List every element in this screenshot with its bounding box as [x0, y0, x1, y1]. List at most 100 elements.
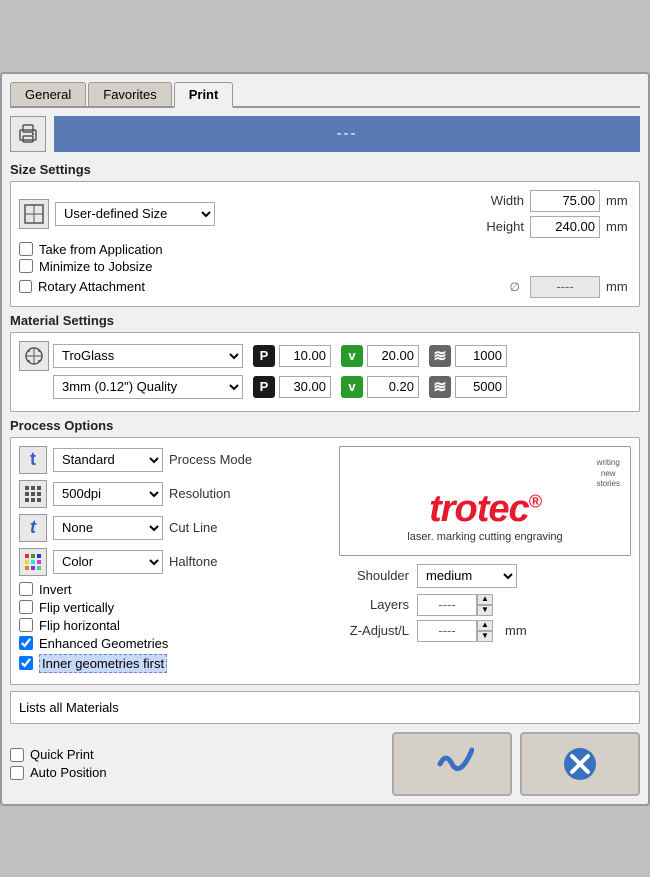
size-dropdown[interactable]: User-defined Size A4 Letter: [55, 202, 215, 226]
process-options-section: t StandardEngraveCut Process Mode: [10, 437, 640, 685]
process-options-label: Process Options: [10, 418, 640, 433]
material-settings-section: TroGlass P v ≋ 3mm (0.12") Quality P v ≋: [10, 332, 640, 412]
trotec-name: trotec®: [429, 490, 541, 528]
speed-badge-2: v: [341, 376, 363, 398]
flip-v-label: Flip vertically: [39, 600, 114, 615]
halftone-dropdown[interactable]: ColorGrayscaleDither: [53, 550, 163, 574]
shoulder-row: Shoulder lowmediumhigh: [339, 564, 631, 588]
inner-geo-checkbox[interactable]: [19, 656, 33, 670]
auto-position-label: Auto Position: [30, 765, 107, 780]
inner-geo-label: Inner geometries first: [39, 654, 167, 673]
minimize-jobsize-checkbox[interactable]: [19, 259, 33, 273]
flip-h-label: Flip horizontal: [39, 618, 120, 633]
zadjust-unit: mm: [505, 623, 527, 638]
freq-badge-2: ≋: [429, 376, 451, 398]
rotary-attachment-checkbox[interactable]: [19, 280, 32, 293]
power-val-2[interactable]: [279, 376, 331, 398]
speed-val-1[interactable]: [367, 345, 419, 367]
dimension-group: Width mm Height mm: [479, 190, 631, 238]
power-val-1[interactable]: [279, 345, 331, 367]
bottom-checks: Quick Print Auto Position: [10, 744, 384, 783]
width-label: Width: [479, 193, 524, 208]
take-from-app-row: Take from Application: [19, 242, 631, 257]
speed-val-2[interactable]: [367, 376, 419, 398]
process-mode-dropdown[interactable]: StandardEngraveCut: [53, 448, 163, 472]
width-unit: mm: [606, 193, 631, 208]
diam-unit: mm: [606, 279, 631, 294]
take-from-app-checkbox[interactable]: [19, 242, 33, 256]
process-mode-icon: t: [19, 446, 47, 474]
resolution-label: Resolution: [169, 486, 269, 501]
zadjust-label: Z-Adjust/L: [339, 623, 409, 638]
printer-icon: [10, 116, 46, 152]
header-bar: ---: [10, 116, 640, 152]
power-badge-2: P: [253, 376, 275, 398]
size-settings-label: Size Settings: [10, 162, 640, 177]
speed-badge-1: v: [341, 345, 363, 367]
zadjust-row: Z-Adjust/L ▲ ▼ mm: [339, 620, 631, 642]
invert-checkbox[interactable]: [19, 582, 33, 596]
take-from-app-label: Take from Application: [39, 242, 163, 257]
enhanced-geo-label: Enhanced Geometries: [39, 636, 168, 651]
auto-position-checkbox[interactable]: [10, 766, 24, 780]
rotary-attachment-label: Rotary Attachment: [38, 279, 145, 294]
tab-favorites[interactable]: Favorites: [88, 82, 171, 106]
size-settings-section: User-defined Size A4 Letter Width mm Hei…: [10, 181, 640, 307]
minimize-jobsize-row: Minimize to Jobsize: [19, 259, 631, 274]
flip-v-checkbox[interactable]: [19, 600, 33, 614]
width-input[interactable]: [530, 190, 600, 212]
check-options: Invert Flip vertically Flip horizontal E…: [19, 582, 329, 673]
cutline-label: Cut Line: [169, 520, 269, 535]
freq-badge-1: ≋: [429, 345, 451, 367]
shoulder-label: Shoulder: [339, 568, 409, 583]
header-title: ---: [54, 116, 640, 152]
zadjust-up-btn[interactable]: ▲: [477, 620, 493, 631]
quick-print-label: Quick Print: [30, 747, 94, 762]
process-mode-label: Process Mode: [169, 452, 269, 467]
material-settings-label: Material Settings: [10, 313, 640, 328]
flip-h-checkbox[interactable]: [19, 618, 33, 632]
diameter-symbol: ∅: [510, 280, 520, 294]
shoulder-dropdown[interactable]: lowmediumhigh: [417, 564, 517, 588]
resolution-dropdown[interactable]: 250dpi333dpi500dpi1000dpi: [53, 482, 163, 506]
quality-dropdown[interactable]: 3mm (0.12") Quality: [53, 375, 243, 399]
power-badge-1: P: [253, 345, 275, 367]
tab-print[interactable]: Print: [174, 82, 234, 108]
material-icon: [19, 341, 49, 371]
height-input[interactable]: [530, 216, 600, 238]
zadjust-down-btn[interactable]: ▼: [477, 631, 493, 642]
layers-label: Layers: [339, 597, 409, 612]
height-label: Height: [479, 219, 524, 234]
minimize-jobsize-label: Minimize to Jobsize: [39, 259, 152, 274]
freq-val-1[interactable]: [455, 345, 507, 367]
layers-up-btn[interactable]: ▲: [477, 594, 493, 605]
trotec-sub: laser. marking cutting engraving: [407, 531, 562, 543]
trotec-logo-box: writingnewstories trotec® laser. marking…: [339, 446, 631, 556]
cutline-dropdown[interactable]: NoneRedBlue: [53, 516, 163, 540]
diameter-input[interactable]: [530, 276, 600, 298]
bottom-row: Quick Print Auto Position: [10, 732, 640, 796]
enhanced-geo-checkbox[interactable]: [19, 636, 33, 650]
ok-button[interactable]: [392, 732, 512, 796]
lists-section: Lists all Materials: [10, 691, 640, 724]
layers-input[interactable]: [417, 594, 477, 616]
halftone-label: Halftone: [169, 554, 269, 569]
material-dropdown[interactable]: TroGlass: [53, 344, 243, 368]
zadjust-input[interactable]: [417, 620, 477, 642]
zadjust-spin: ▲ ▼: [417, 620, 493, 642]
cancel-button[interactable]: [520, 732, 640, 796]
size-icon: [19, 199, 49, 229]
freq-val-2[interactable]: [455, 376, 507, 398]
tab-bar: General Favorites Print: [10, 82, 640, 108]
quick-print-checkbox[interactable]: [10, 748, 24, 762]
invert-label: Invert: [39, 582, 72, 597]
layers-row: Layers ▲ ▼: [339, 594, 631, 616]
tab-general[interactable]: General: [10, 82, 86, 106]
lists-label: Lists all Materials: [19, 700, 119, 715]
process-right: writingnewstories trotec® laser. marking…: [339, 446, 631, 676]
resolution-icon: [19, 480, 47, 508]
cutline-icon: t: [19, 514, 47, 542]
process-left: t StandardEngraveCut Process Mode: [19, 446, 329, 676]
halftone-icon: [19, 548, 47, 576]
layers-down-btn[interactable]: ▼: [477, 605, 493, 616]
